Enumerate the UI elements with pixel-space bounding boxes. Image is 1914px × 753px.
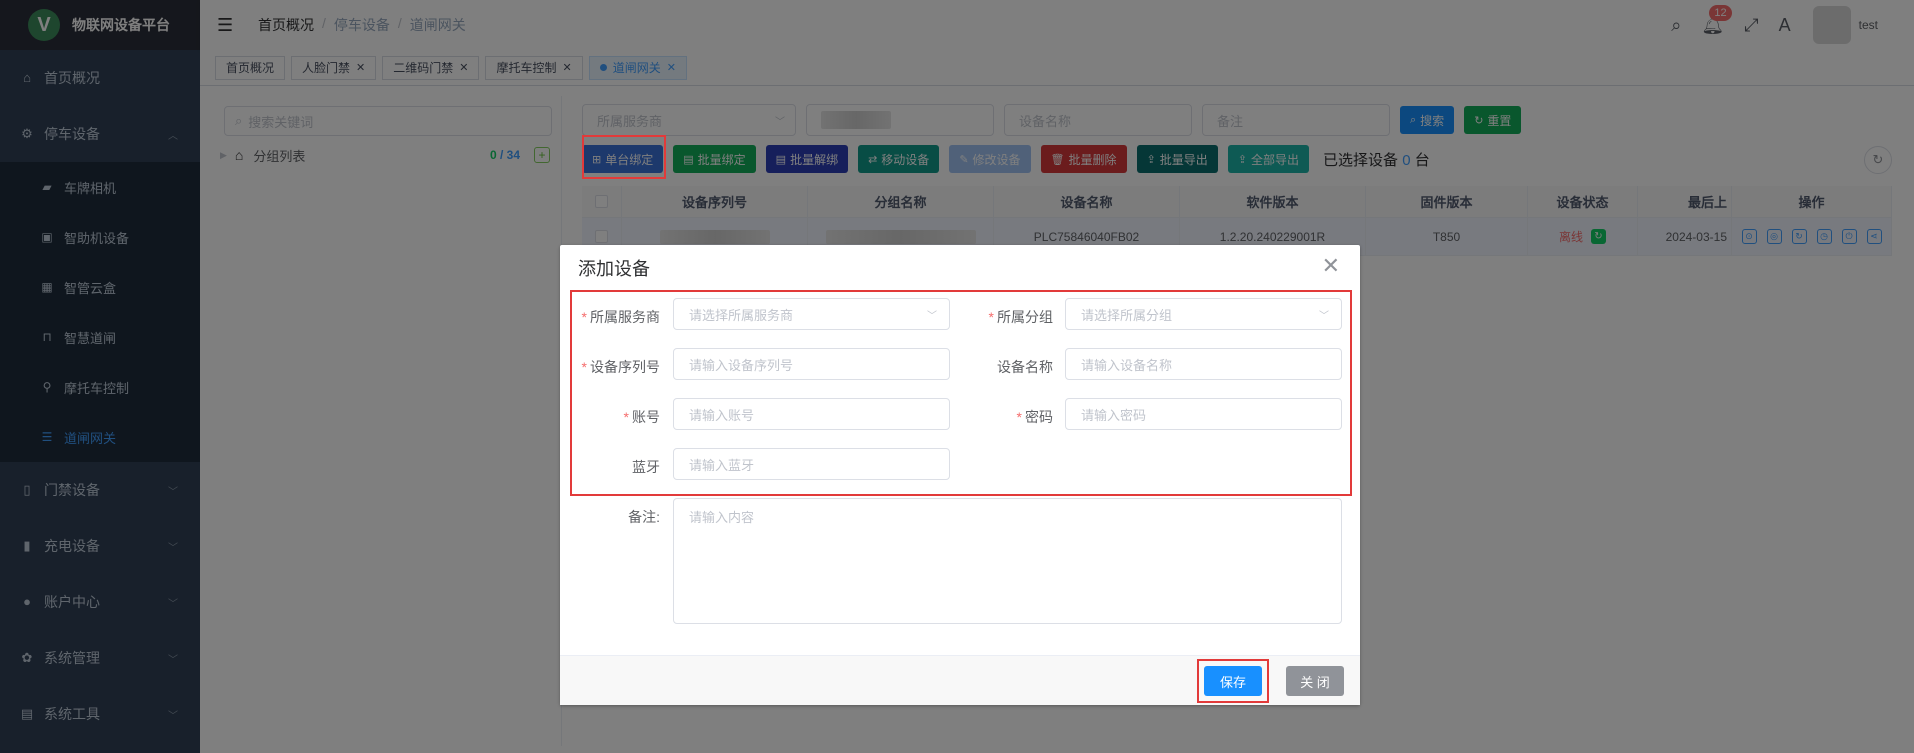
account-input[interactable]: 请输入账号: [673, 398, 950, 430]
device-name-input[interactable]: 请输入设备名称: [1065, 348, 1342, 380]
device-name-label: 设备名称: [997, 359, 1053, 375]
account-label: * 账号: [623, 409, 660, 425]
close-icon[interactable]: ✕: [1322, 253, 1340, 279]
remark-textarea[interactable]: 请输入内容: [673, 498, 1342, 624]
provider-label: * 所属服务商: [581, 309, 660, 325]
chevron-down-icon: ﹀: [1319, 310, 1329, 322]
password-input[interactable]: 请输入密码: [1065, 398, 1342, 430]
remark-label: 备注:: [628, 509, 660, 525]
provider-select[interactable]: 请选择所属服务商 ﹀: [673, 298, 950, 330]
dialog-title: 添加设备: [578, 259, 650, 279]
group-label: * 所属分组: [988, 309, 1053, 325]
chevron-down-icon: ﹀: [927, 310, 937, 322]
bluetooth-input[interactable]: 请输入蓝牙: [673, 448, 950, 480]
save-button[interactable]: 保存: [1204, 666, 1262, 696]
group-select[interactable]: 请选择所属分组 ﹀: [1065, 298, 1342, 330]
add-device-dialog: 添加设备 ✕ * 所属服务商 请选择所属服务商 ﹀ * 所属分组 请选择所属分组 ﹀…: [560, 245, 1360, 705]
password-label: * 密码: [1016, 409, 1053, 425]
bluetooth-label: 蓝牙: [632, 459, 660, 475]
serial-label: * 设备序列号: [581, 359, 660, 375]
close-button[interactable]: 关 闭: [1286, 666, 1344, 696]
serial-input[interactable]: 请输入设备序列号: [673, 348, 950, 380]
dialog-footer: 保存 关 闭: [560, 655, 1360, 705]
